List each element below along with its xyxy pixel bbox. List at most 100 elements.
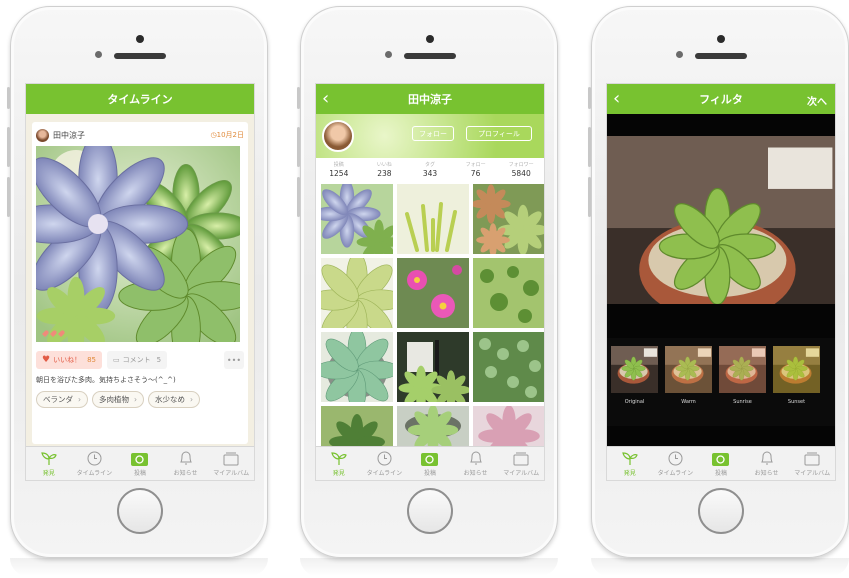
home-button[interactable] (698, 488, 744, 534)
filter-option[interactable]: Sunset (773, 346, 820, 426)
tab-label: マイアルバム (503, 470, 540, 477)
filter-option[interactable]: Warm (665, 346, 712, 426)
filter-option[interactable]: Original (611, 346, 658, 426)
filter-option[interactable]: Sunrise (719, 346, 766, 426)
stat-label: フォロー (465, 162, 486, 168)
tab-my-album[interactable]: マイアルバム (498, 447, 544, 480)
proximity-sensor (95, 51, 102, 58)
tab-my-album[interactable]: マイアルバム (789, 447, 835, 480)
filter-label: Original (624, 399, 645, 405)
tab-bar: 発見 タイムライン 投稿 お知らせ マイアルバム (607, 446, 835, 480)
tab-timeline[interactable]: タイムライン (72, 447, 118, 480)
camera-icon (131, 450, 149, 467)
phone-reflection (591, 558, 849, 576)
tag-label: ベランダ (43, 395, 73, 404)
comment-count: 5 (156, 356, 162, 364)
proximity-sensor (385, 51, 392, 58)
post-date-text: 10月2日 (216, 131, 244, 139)
photo-thumbnail[interactable] (397, 184, 469, 254)
tab-label: 発見 (42, 470, 55, 477)
stat-likes[interactable]: いいね 238 (362, 158, 408, 182)
photo-thumbnail[interactable] (397, 332, 469, 402)
stat-tags[interactable]: タグ 343 (407, 158, 453, 182)
filter-thumbnail (665, 346, 712, 393)
post-user-name[interactable]: 田中涼子 (53, 130, 85, 141)
filter-thumbnail (773, 346, 820, 393)
photo-thumbnail[interactable] (321, 332, 393, 402)
avatar[interactable] (36, 128, 49, 142)
stat-value: 5840 (511, 169, 531, 178)
navbar: ‹ 田中涼子 (316, 84, 544, 114)
navbar: タイムライン (26, 84, 254, 114)
tab-notifications[interactable]: お知らせ (163, 447, 209, 480)
like-button[interactable]: ♥ いいね！ 85 (36, 351, 102, 369)
stat-posts[interactable]: 投稿 1254 (316, 158, 362, 182)
front-camera (717, 35, 725, 43)
tab-label: 発見 (623, 470, 636, 477)
tab-timeline[interactable]: タイムライン (362, 447, 408, 480)
photo-thumbnail[interactable] (473, 332, 545, 402)
tab-post[interactable]: 投稿 (117, 447, 163, 480)
photo-thumbnail[interactable] (473, 184, 545, 254)
more-options-button[interactable]: ••• (224, 351, 244, 369)
tab-label: 発見 (332, 470, 345, 477)
home-button[interactable] (117, 488, 163, 534)
next-button[interactable]: 次へ (807, 93, 827, 108)
stat-following[interactable]: フォロー 76 (453, 158, 499, 182)
photo-thumbnail[interactable] (473, 258, 545, 328)
front-camera (426, 35, 434, 43)
tab-post[interactable]: 投稿 (698, 447, 744, 480)
tab-discover[interactable]: 発見 (26, 447, 72, 480)
chevron-right-icon: › (78, 395, 81, 404)
home-button[interactable] (407, 488, 453, 534)
tab-timeline[interactable]: タイムライン (653, 447, 699, 480)
tab-bar: 発見 タイムライン 投稿 お知らせ マイアルバム (316, 446, 544, 480)
post-photo[interactable] (26, 132, 254, 365)
tab-post[interactable]: 投稿 (407, 447, 453, 480)
tab-label: 投稿 (714, 470, 727, 477)
sprout-icon (331, 450, 347, 467)
phone-reflection (300, 558, 558, 576)
album-icon (513, 450, 529, 467)
post-card: 田中涼子 ◷10月2日 ♥ いいね！ 85 ▭ コメント 5 ••• 朝日を浴び… (26, 122, 254, 444)
stat-followers[interactable]: フォロワー 5840 (498, 158, 544, 182)
profile-button[interactable]: プロフィール (466, 126, 532, 141)
photo-thumbnail[interactable] (397, 258, 469, 328)
navbar: ‹ フィルタ 次へ (607, 84, 835, 114)
tag-chip[interactable]: 水少なめ › (148, 391, 200, 408)
post-header: 田中涼子 ◷10月2日 (36, 126, 244, 144)
back-chevron-icon[interactable]: ‹ (613, 88, 620, 109)
post-caption: 朝日を浴びた多肉。気持ちよさそう〜(^_^) (36, 376, 176, 384)
earpiece-speaker (695, 53, 747, 59)
follow-button[interactable]: フォロー (412, 126, 454, 141)
photo-grid (316, 182, 544, 476)
tab-notifications[interactable]: お知らせ (744, 447, 790, 480)
tab-label: お知らせ (173, 470, 198, 477)
album-icon (223, 450, 239, 467)
comment-button[interactable]: ▭ コメント 5 (107, 351, 168, 369)
tab-bar: 発見 タイムライン 投稿 お知らせ マイアルバム (26, 446, 254, 480)
filter-preview-photo (607, 136, 836, 304)
tab-notifications[interactable]: お知らせ (453, 447, 499, 480)
tab-label: タイムライン (657, 470, 694, 477)
front-camera (136, 35, 144, 43)
stat-value: 76 (470, 169, 481, 178)
profile-banner: フォロー プロフィール (316, 114, 544, 158)
sprout-icon (622, 450, 638, 467)
tag-list: ベランダ › 多肉植物 › 水少なめ › (36, 391, 244, 408)
tab-discover[interactable]: 発見 (607, 447, 653, 480)
tab-discover[interactable]: 発見 (316, 447, 362, 480)
timeline-feed[interactable]: 田中涼子 ◷10月2日 ♥ いいね！ 85 ▭ コメント 5 ••• 朝日を浴び… (26, 114, 254, 448)
tag-label: 多肉植物 (99, 395, 129, 404)
avatar[interactable] (322, 120, 354, 152)
phone-filter: ‹ フィルタ 次へ Original Warm Sunrise Sunset 発… (588, 6, 849, 558)
photo-thumbnail[interactable] (321, 184, 393, 254)
photo-thumbnail[interactable] (321, 258, 393, 328)
back-chevron-icon[interactable]: ‹ (322, 88, 329, 109)
tag-chip[interactable]: 多肉植物 › (92, 391, 144, 408)
camera-icon (712, 450, 730, 467)
tag-chip[interactable]: ベランダ › (36, 391, 88, 408)
tab-my-album[interactable]: マイアルバム (208, 447, 254, 480)
filter-label: Sunrise (733, 399, 752, 405)
earpiece-speaker (404, 53, 456, 59)
